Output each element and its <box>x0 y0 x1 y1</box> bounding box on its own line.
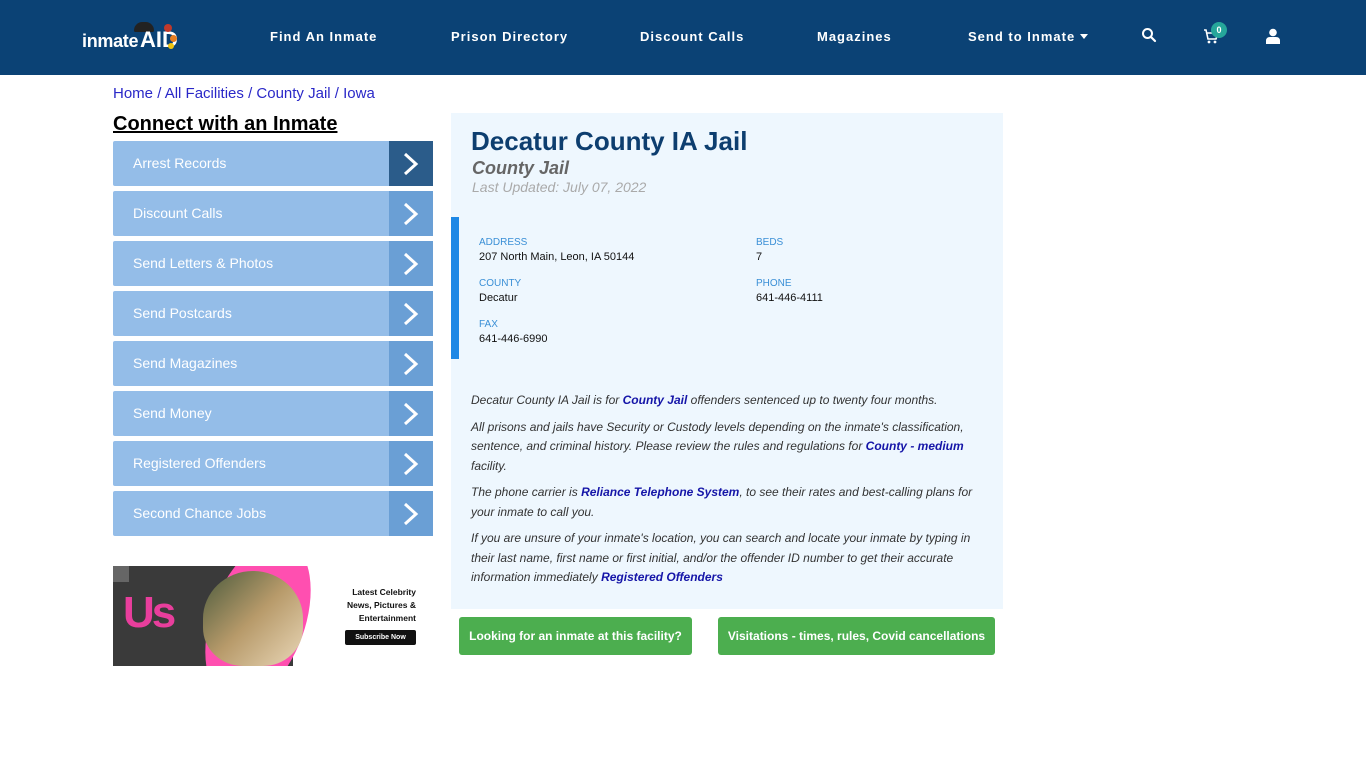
sidebar-item-registered-offenders[interactable]: Registered Offenders <box>113 441 433 486</box>
breadcrumb-separator: / <box>157 85 165 102</box>
chevron-right-icon <box>389 141 433 186</box>
chevron-right-icon <box>389 341 433 386</box>
sidebar-item-discount-calls[interactable]: Discount Calls <box>113 191 433 236</box>
breadcrumb-separator: / <box>334 85 344 102</box>
text: Decatur County IA Jail is for <box>471 393 623 407</box>
sidebar-item-label: Send Magazines <box>133 355 238 371</box>
sidebar-item-arrest-records[interactable]: Arrest Records <box>113 141 433 186</box>
sidebar-item-label: Arrest Records <box>133 155 227 171</box>
description-paragraph: Decatur County IA Jail is for County Jai… <box>471 391 981 411</box>
ad-tagline-line: Latest Celebrity <box>352 587 416 597</box>
phone-carrier-link[interactable]: Reliance Telephone System <box>581 485 739 499</box>
chevron-right-icon <box>389 191 433 236</box>
sidebar-item-label: Registered Offenders <box>133 455 266 471</box>
breadcrumb-county-jail[interactable]: County Jail <box>256 85 330 102</box>
info-accent-bar <box>451 217 459 359</box>
breadcrumb-home[interactable]: Home <box>113 85 153 102</box>
breadcrumb: Home / All Facilities / County Jail / Io… <box>113 85 375 102</box>
sidebar-item-label: Send Postcards <box>133 305 232 321</box>
ad-corner-square <box>113 566 129 582</box>
breadcrumb-iowa[interactable]: Iowa <box>343 85 375 102</box>
sidebar-item-send-postcards[interactable]: Send Postcards <box>113 291 433 336</box>
sidebar-item-second-chance-jobs[interactable]: Second Chance Jobs <box>113 491 433 536</box>
text: offenders sentenced up to twenty four mo… <box>687 393 938 407</box>
facility-panel: Decatur County IA Jail County Jail Last … <box>451 113 1003 609</box>
phone-label: PHONE <box>756 278 792 289</box>
nav-discount-calls[interactable]: Discount Calls <box>640 29 744 44</box>
text: facility. <box>471 458 507 473</box>
sidebar-item-label: Discount Calls <box>133 205 223 221</box>
sidebar-menu: Arrest Records Discount Calls Send Lette… <box>113 141 433 541</box>
search-icon[interactable] <box>1141 27 1159 45</box>
user-icon[interactable] <box>1266 28 1284 46</box>
description-paragraph: If you are unsure of your inmate's locat… <box>471 529 981 588</box>
sidebar-title[interactable]: Connect with an Inmate <box>113 113 337 136</box>
logo-dot <box>164 24 172 32</box>
logo-dot <box>168 43 174 49</box>
ad-celebrity-photo <box>203 571 303 666</box>
facility-name: Decatur County IA Jail <box>471 126 748 156</box>
description-paragraph: All prisons and jails have Security or C… <box>471 418 981 477</box>
ad-tagline: Latest Celebrity News, Pictures & Entert… <box>347 586 416 625</box>
caret-down-icon <box>1080 34 1089 39</box>
county-jail-link[interactable]: County Jail <box>623 393 688 407</box>
inmateaid-logo[interactable]: inmate AID <box>82 22 182 54</box>
nav-prison-directory[interactable]: Prison Directory <box>451 29 568 44</box>
description-paragraph: The phone carrier is Reliance Telephone … <box>471 483 981 522</box>
sidebar-item-send-money[interactable]: Send Money <box>113 391 433 436</box>
nav-magazines[interactable]: Magazines <box>817 29 892 44</box>
beds-value: 7 <box>756 251 763 263</box>
facility-description: Decatur County IA Jail is for County Jai… <box>471 391 981 595</box>
logo-text: inmate <box>82 31 139 51</box>
sidebar-item-label: Send Letters & Photos <box>133 255 274 271</box>
logo-dot <box>170 35 177 42</box>
find-inmate-at-facility-button[interactable]: Looking for an inmate at this facility? <box>459 617 692 655</box>
nav-send-to-inmate-label: Send to Inmate <box>968 29 1076 44</box>
address-label: ADDRESS <box>479 237 528 248</box>
county-medium-link[interactable]: County - medium <box>866 439 964 453</box>
last-updated: Last Updated: July 07, 2022 <box>472 179 647 195</box>
nav-send-to-inmate[interactable]: Send to Inmate <box>968 29 1089 44</box>
address-value: 207 North Main, Leon, IA 50144 <box>479 251 635 263</box>
chevron-right-icon <box>389 491 433 536</box>
fax-label: FAX <box>479 319 498 330</box>
sidebar-item-send-letters-photos[interactable]: Send Letters & Photos <box>113 241 433 286</box>
beds-label: BEDS <box>756 237 784 248</box>
chevron-right-icon <box>389 291 433 336</box>
top-navbar: inmate AID Find An Inmate Prison Directo… <box>0 0 1366 75</box>
sidebar-item-label: Send Money <box>133 405 212 421</box>
county-value: Decatur <box>479 292 518 304</box>
ad-brand-logo: Us <box>123 588 176 637</box>
sidebar-item-send-magazines[interactable]: Send Magazines <box>113 341 433 386</box>
text: The phone carrier is <box>471 485 582 499</box>
breadcrumb-all-facilities[interactable]: All Facilities <box>165 85 244 102</box>
ad-subscribe-button[interactable]: Subscribe Now <box>345 630 416 645</box>
visitations-button[interactable]: Visitations - times, rules, Covid cancel… <box>718 617 995 655</box>
ad-tagline-line: News, Pictures & <box>347 600 416 610</box>
fax-value: 641-446-6990 <box>479 333 548 345</box>
registered-offenders-link[interactable]: Registered Offenders <box>601 570 723 584</box>
chevron-right-icon <box>389 391 433 436</box>
cart-count-badge: 0 <box>1211 22 1227 38</box>
phone-value: 641-446-4111 <box>756 292 823 304</box>
us-weekly-ad-banner[interactable]: Us Latest Celebrity News, Pictures & Ent… <box>113 566 433 666</box>
sidebar-item-label: Second Chance Jobs <box>133 505 267 521</box>
ad-tagline-line: Entertainment <box>358 613 416 623</box>
nav-find-an-inmate[interactable]: Find An Inmate <box>270 29 377 44</box>
facility-type: County Jail <box>472 158 570 178</box>
chevron-right-icon <box>389 441 433 486</box>
facility-info-box: ADDRESS 207 North Main, Leon, IA 50144 B… <box>451 217 1003 359</box>
chevron-right-icon <box>389 241 433 286</box>
county-label: COUNTY <box>479 278 522 289</box>
